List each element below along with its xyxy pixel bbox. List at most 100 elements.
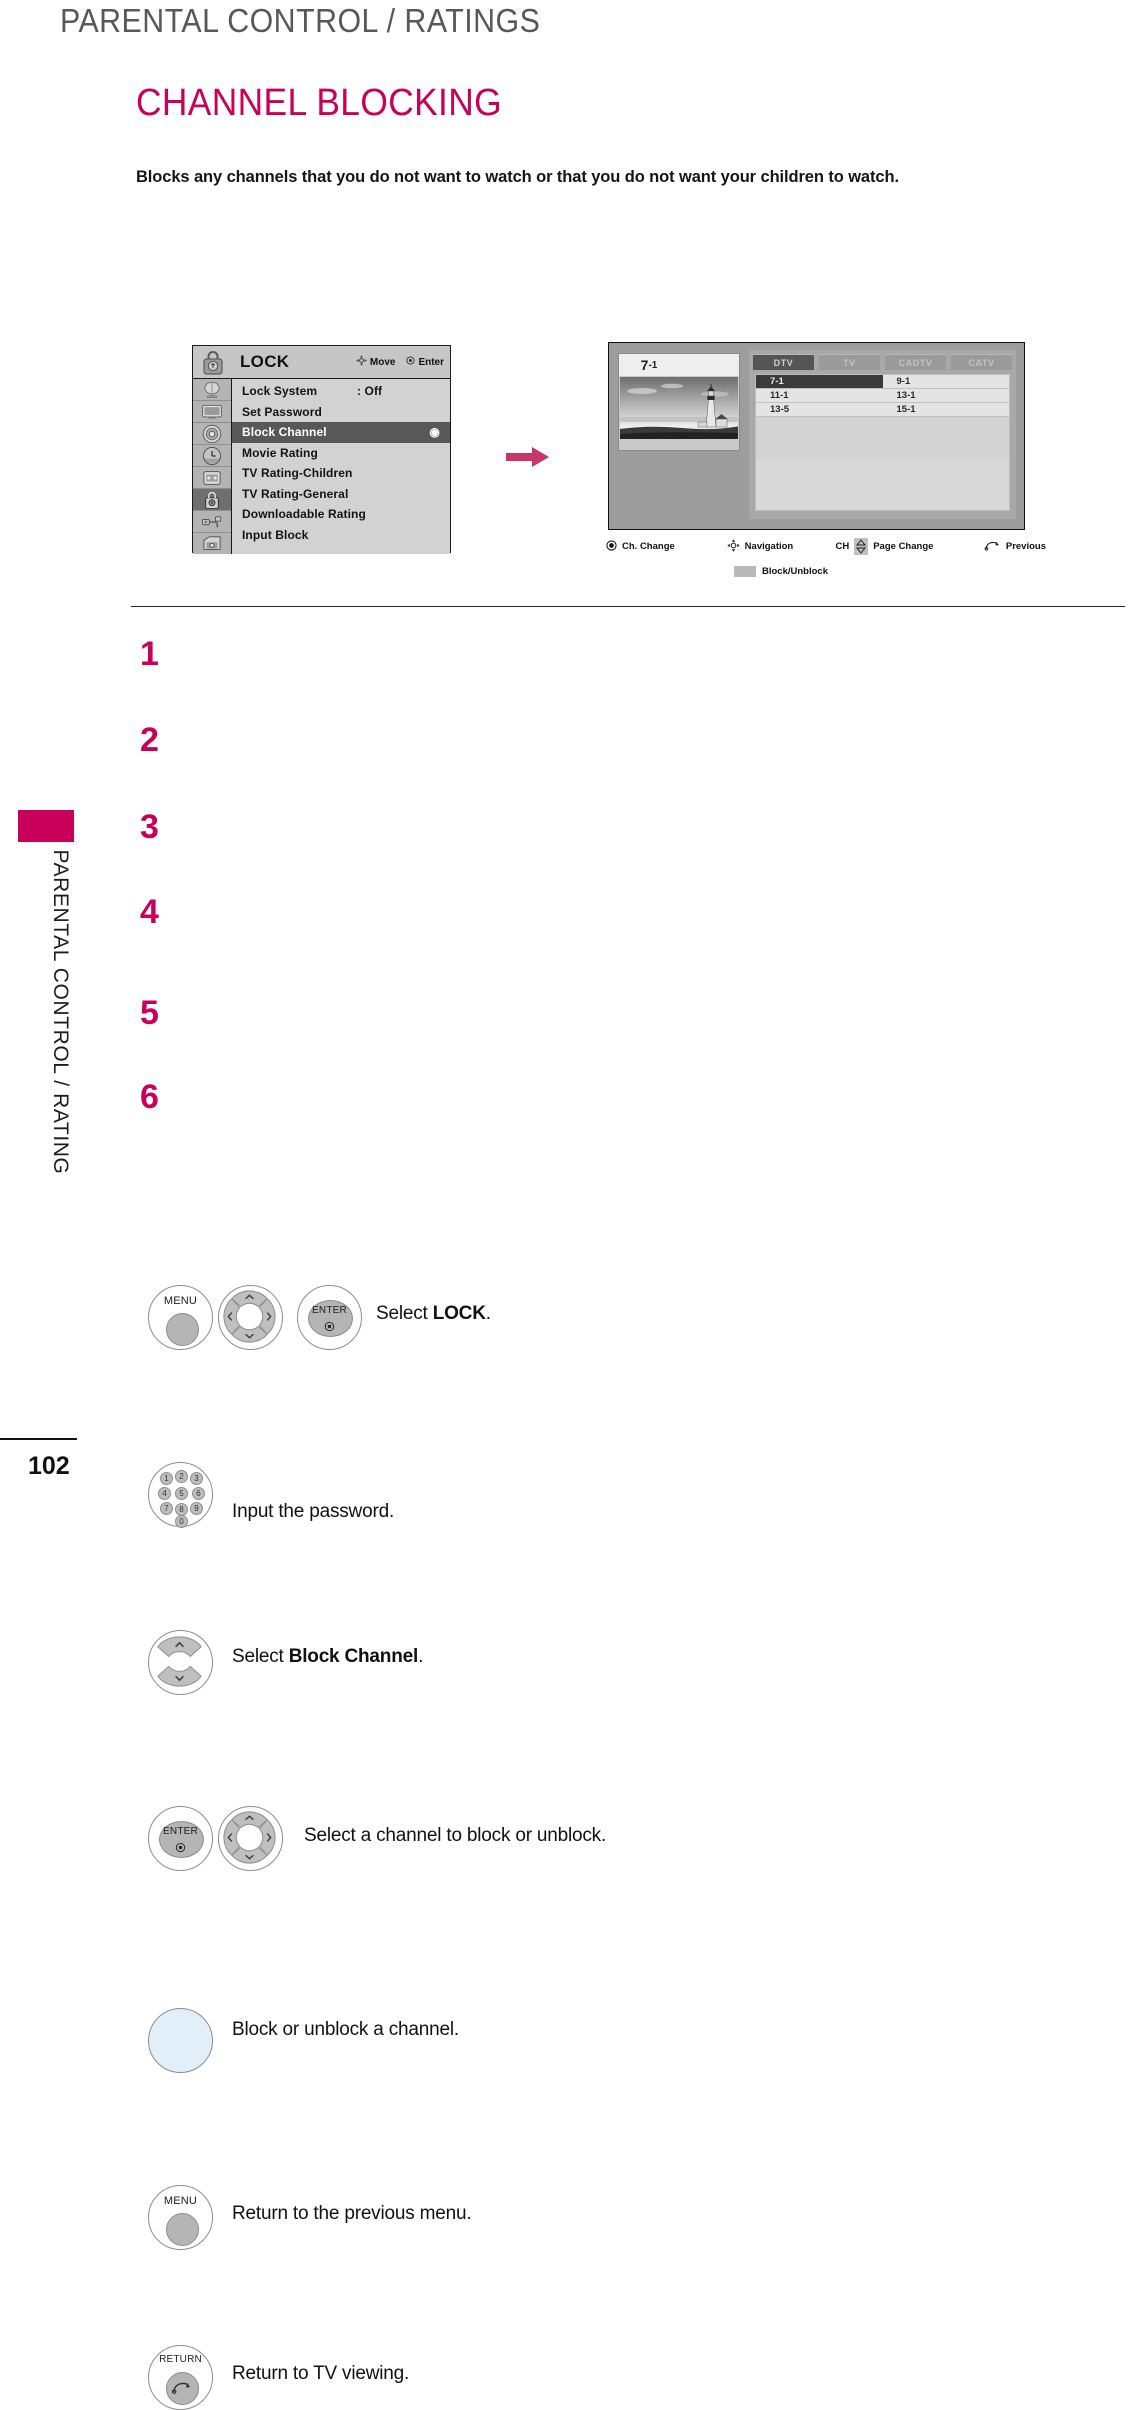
osd-hint-enter-label: Enter xyxy=(418,356,444,368)
step-text-suffix: . xyxy=(485,1303,491,1324)
numpad-key-2[interactable]: 2 xyxy=(175,1470,188,1483)
channel-cell[interactable]: 11-1 xyxy=(756,389,883,403)
osd-item-label: TV Rating-Children xyxy=(242,466,353,481)
page-title: CHANNEL BLOCKING xyxy=(136,82,502,124)
legend-page-change: CH Page Change xyxy=(835,538,983,555)
step-number: 1 xyxy=(140,635,159,673)
osd-item-input-block[interactable]: Input Block xyxy=(232,525,450,546)
preview-blank-field xyxy=(679,354,739,376)
osd-lock-menu: LOCK Move Enter Lock System: Off Set Pa… xyxy=(192,345,451,554)
audio-icon[interactable] xyxy=(193,423,231,445)
step-4-text: Select a channel to block or unblock. xyxy=(304,1825,607,1846)
numpad-key-7[interactable]: 7 xyxy=(160,1502,173,1515)
tab-cadtv[interactable]: CADTV xyxy=(885,354,946,370)
numpad-key-9[interactable]: 9 xyxy=(190,1502,203,1515)
channel-source-tabs: DTV TV CADTV CATV xyxy=(749,350,1016,370)
step-2: 2 1 2 3 4 5 6 7 8 9 0 Input the password… xyxy=(0,721,1137,1528)
osd-item-movie-rating[interactable]: Movie Rating xyxy=(232,443,450,464)
enter-dot-icon xyxy=(406,356,415,368)
channel-cell-empty xyxy=(756,431,883,445)
tab-dtv[interactable]: DTV xyxy=(753,354,814,370)
step-3: 3 Select Block Channel. xyxy=(0,810,1137,1695)
osd-item-list: Lock System : Off Set Password Block Cha… xyxy=(232,379,450,554)
lighthouse-photo xyxy=(620,377,738,439)
step-return-text: Return to TV viewing. xyxy=(232,2363,410,2384)
footer-rule xyxy=(0,1438,77,1440)
tab-tv[interactable]: TV xyxy=(819,354,880,370)
input-icon[interactable] xyxy=(193,511,231,533)
tab-catv[interactable]: CATV xyxy=(951,354,1012,370)
osd-item-label: Downloadable Rating xyxy=(242,507,366,522)
enter-button[interactable]: ENTER xyxy=(148,1806,213,1871)
step-text-bold: Block Channel xyxy=(288,1646,419,1667)
picture-icon[interactable] xyxy=(193,379,231,401)
menu-button-dot xyxy=(166,1313,199,1346)
numpad-key-0[interactable]: 0 xyxy=(175,1515,188,1528)
section-divider xyxy=(131,606,1125,607)
step-2-text: Input the password. xyxy=(232,1501,395,1522)
numpad-key-4[interactable]: 4 xyxy=(158,1487,171,1500)
enter-dot-icon xyxy=(175,1840,186,1858)
osd-hint-move: Move xyxy=(356,355,395,369)
numpad-key-6[interactable]: 6 xyxy=(192,1487,205,1500)
side-tab-label: PARENTAL CONTROL / RATING xyxy=(49,849,72,1175)
lock-icon-sidebar[interactable] xyxy=(193,489,231,511)
return-icon xyxy=(171,2380,192,2399)
enter-button-label: ENTER xyxy=(163,1826,198,1837)
return-icon xyxy=(984,540,1001,554)
osd-item-value: : Off xyxy=(357,384,383,399)
time-icon[interactable] xyxy=(193,445,231,467)
osd-title: LOCK xyxy=(240,352,290,371)
osd-item-set-password[interactable]: Set Password xyxy=(232,402,450,423)
number-pad-button[interactable]: 1 2 3 4 5 6 7 8 9 0 xyxy=(148,1462,213,1528)
return-button[interactable]: RETURN xyxy=(148,2345,213,2410)
osd-item-downloadable-rating[interactable]: Downloadable Rating xyxy=(232,504,450,525)
osd-item-label: Movie Rating xyxy=(242,445,318,460)
display-icon[interactable] xyxy=(193,401,231,423)
numpad-key-1[interactable]: 1 xyxy=(160,1472,173,1485)
channel-cell[interactable]: 9-1 xyxy=(882,375,1009,389)
enter-button[interactable]: ENTER xyxy=(297,1285,362,1350)
step-text-suffix: . xyxy=(418,1646,424,1667)
channel-cell[interactable]: 15-1 xyxy=(882,403,1009,417)
osd-item-tv-rating-children[interactable]: TV Rating-Children xyxy=(232,463,450,484)
channel-cell[interactable]: 7-1 xyxy=(756,375,883,389)
step-5: 5 Block or unblock a channel. xyxy=(0,996,1137,2073)
osd-header: LOCK Move Enter xyxy=(193,346,450,379)
page-number: 102 xyxy=(28,1452,70,1480)
blue-blank-button[interactable] xyxy=(148,2008,213,2073)
dpad-updown-button[interactable] xyxy=(148,1630,213,1695)
legend-ch-prefix: CH xyxy=(835,541,850,552)
channel-list-panel: DTV TV CADTV CATV 7-1 9-1 11-1 13-1 13-5… xyxy=(749,350,1016,519)
step-6-text: Return to the previous menu. xyxy=(232,2203,472,2224)
dpad-4way-button[interactable] xyxy=(218,1285,283,1350)
legend-label: Ch. Change xyxy=(622,541,675,552)
channel-cell-empty xyxy=(756,445,883,459)
gray-swatch-icon xyxy=(734,566,756,577)
osd-item-block-channel[interactable]: Block Channel ◉ xyxy=(232,422,450,443)
osd-item-lock-system[interactable]: Lock System : Off xyxy=(232,381,450,402)
menu-button[interactable]: MENU xyxy=(148,1285,213,1350)
step-1-text: Select LOCK. xyxy=(376,1303,491,1325)
numpad-key-3[interactable]: 3 xyxy=(190,1472,203,1485)
channel-cell[interactable]: 13-1 xyxy=(882,389,1009,403)
menu-button-label: MENU xyxy=(163,1295,198,1307)
usb-icon[interactable] xyxy=(193,533,231,554)
running-header: PARENTAL CONTROL / RATINGS xyxy=(60,2,541,39)
legend-label: Previous xyxy=(1005,541,1046,552)
menu-button[interactable]: MENU xyxy=(148,2185,213,2250)
menu-button-dot xyxy=(166,2213,199,2246)
step-text-prefix: Select xyxy=(376,1303,433,1324)
tv-screen-legend: Ch. Change Navigation CH Page Change Pre… xyxy=(606,538,1046,577)
numpad-key-5[interactable]: 5 xyxy=(175,1487,188,1500)
tv-screen-mock: 7 -1 DTV TV CADTV CATV 7-1 9-1 11-1 13-1… xyxy=(608,342,1025,530)
osd-item-tv-rating-general[interactable]: TV Rating-General xyxy=(232,484,450,505)
dpad-4way-button[interactable] xyxy=(218,1806,283,1871)
channel-cell[interactable]: 13-5 xyxy=(756,403,883,417)
osd-icon-column xyxy=(193,379,232,554)
flow-arrow-icon xyxy=(506,446,550,468)
step-number: 4 xyxy=(140,893,159,931)
osd-item-label: Block Channel xyxy=(242,425,327,440)
step-number: 2 xyxy=(140,721,159,759)
option-icon[interactable] xyxy=(193,467,231,489)
